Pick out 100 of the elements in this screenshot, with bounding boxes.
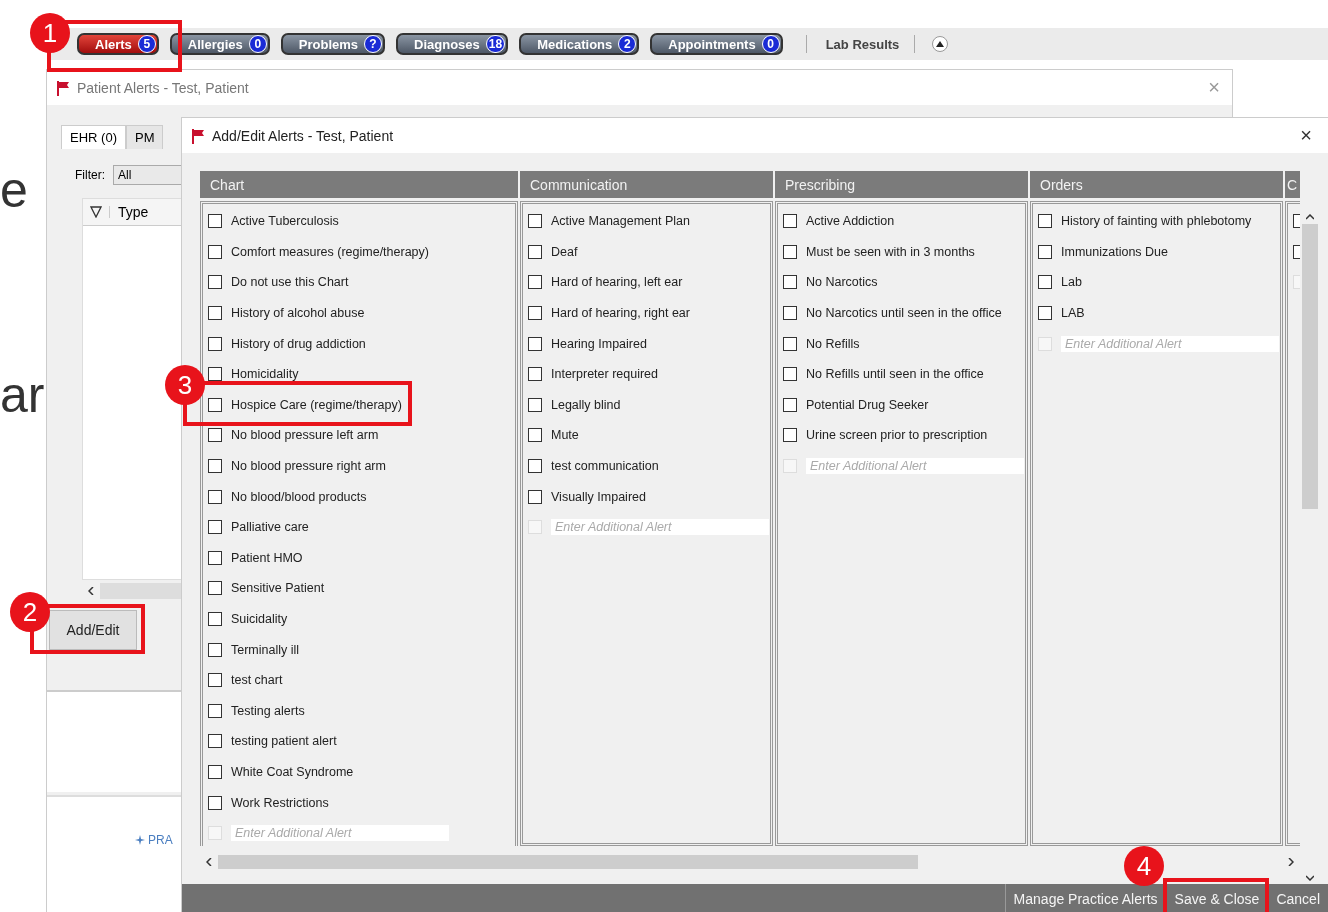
alert-label: No Narcotics until seen in the office [806,306,1002,321]
alert-label: Palliative care [231,520,309,535]
count-badge: 18 [485,35,506,53]
alert-label: No blood/blood products [231,489,367,504]
add-edit-button[interactable]: Add/Edit [49,610,137,650]
tab[interactable]: Alerts 5 [77,33,159,55]
alert-label: White Coat Syndrome [231,765,354,779]
alert-label: No blood pressure right arm [231,459,386,474]
alert-label: Comfort measures (regime/therapy) [231,244,429,259]
alert-label: test chart [231,673,283,688]
checkbox[interactable] [783,244,797,259]
footer-button[interactable]: Cancel [1268,884,1328,912]
column-header: Orders [1030,171,1283,198]
close-button[interactable]: × [1300,124,1312,147]
checkbox[interactable] [208,703,222,718]
sparkle-icon [135,835,145,845]
checkbox[interactable] [528,459,542,474]
checkbox[interactable] [208,367,222,382]
alert-label: testing patient alert [231,734,337,749]
count-badge: 2 [618,35,637,53]
checkbox[interactable] [208,642,222,657]
alert-label: Work Restrictions [231,795,329,810]
checkbox[interactable] [528,367,542,382]
checkbox[interactable] [208,428,222,443]
alert-label: Lab [1061,275,1082,290]
checkbox[interactable] [528,214,542,229]
checkbox[interactable] [783,397,797,412]
column-header: Communication [520,171,773,198]
alert-label: History of drug addiction [231,336,366,351]
tab[interactable]: Allergies 0 [169,33,270,55]
checkbox[interactable] [208,734,222,749]
tab[interactable]: Lab Results [825,36,900,52]
count-badge: ? [364,35,383,53]
checkbox[interactable] [208,275,222,290]
checkbox[interactable] [208,459,222,474]
footer-button[interactable]: Save & Close [1166,884,1268,912]
checkbox[interactable] [208,795,222,810]
checkbox[interactable] [208,244,222,259]
checkbox[interactable] [208,673,222,688]
checkbox[interactable] [783,275,797,290]
checkbox[interactable] [528,244,542,259]
footer-button[interactable]: Manage Practice Alerts [1005,884,1166,912]
triangle-icon [936,41,945,47]
alert-label: History of alcohol abuse [231,306,365,321]
tab[interactable]: Diagnoses 18 [396,33,509,55]
checkbox[interactable] [208,306,222,321]
window-title: Patient Alerts - Test, Patient [77,79,250,96]
scrollbar[interactable] [82,583,181,599]
flag-icon [190,127,206,144]
window-title: Add/Edit Alerts - Test, Patient [212,127,395,144]
checkbox[interactable] [783,214,797,229]
alert-label: Do not use this Chart [231,275,349,290]
checkbox[interactable] [528,428,542,443]
checkbox[interactable] [1038,214,1052,229]
link[interactable]: PRA [135,833,173,847]
flag-icon [55,79,71,96]
step-number: 1 [30,13,70,53]
checkbox[interactable] [783,336,797,351]
checkbox[interactable] [528,489,542,504]
checkbox[interactable] [1038,275,1052,290]
checkbox[interactable] [783,306,797,321]
alert-label: test communication [551,459,659,474]
checkbox[interactable] [1038,244,1052,259]
checkbox[interactable] [208,581,222,596]
checkbox[interactable] [783,367,797,382]
checkbox[interactable] [208,489,222,504]
alert-label: LAB [1061,306,1085,321]
tab[interactable]: EHR (0) [61,125,126,149]
slide-text: e [0,165,28,215]
alert-label: History of fainting with phlebotomy [1061,214,1252,229]
checkbox[interactable] [783,428,797,443]
column-header: Prescribing [775,171,1028,198]
alert-label: Homicidality [231,367,299,382]
tab[interactable]: Appointments 0 [650,33,783,55]
checkbox[interactable] [208,397,222,412]
alert-label: No Refills until seen in the office [806,367,984,382]
tab[interactable]: PM [125,125,164,149]
tab[interactable]: Problems ? [280,33,386,55]
checkbox[interactable] [208,550,222,565]
alert-label: Terminally ill [231,642,300,657]
alert-label: Suicidality [231,612,288,626]
checkbox[interactable] [528,397,542,412]
checkbox[interactable] [208,520,222,535]
alert-label: Legally blind [551,397,621,412]
checkbox[interactable] [208,765,222,779]
expand-button[interactable] [932,36,949,52]
checkbox[interactable] [1038,306,1052,321]
filter-dropdown[interactable]: All [113,165,183,185]
checkbox[interactable] [208,336,222,351]
filter-icon[interactable] [90,206,102,218]
checkbox[interactable] [528,336,542,351]
alert-label: Hospice Care (regime/therapy) [231,397,402,412]
tab[interactable]: Medications 2 [519,33,640,55]
alert-label: Active Tuberculosis [231,214,339,229]
count-badge: 0 [761,35,780,53]
checkbox[interactable] [528,275,542,290]
checkbox[interactable] [528,306,542,321]
slide-text: ar [0,370,45,420]
checkbox[interactable] [208,214,222,229]
checkbox[interactable] [208,612,222,626]
